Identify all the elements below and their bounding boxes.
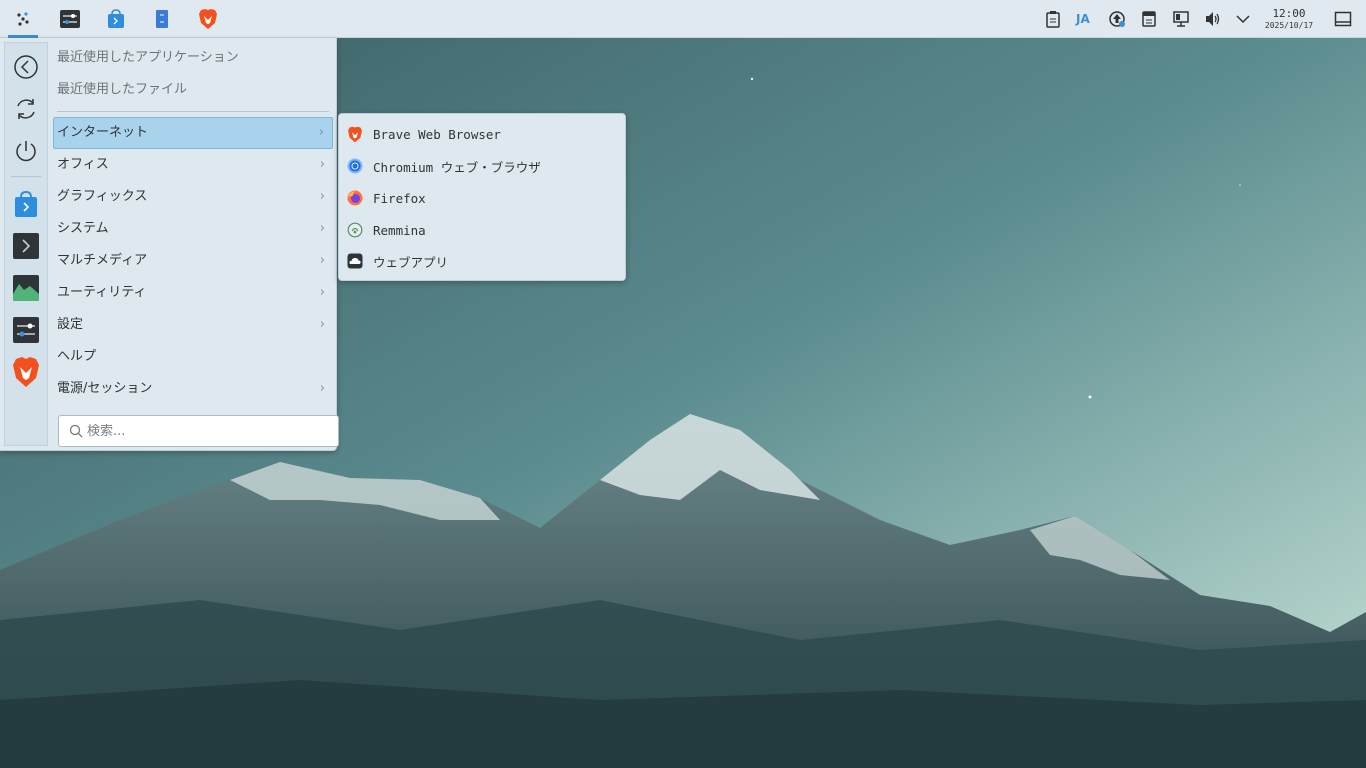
submenu-item-label: Brave Web Browser bbox=[373, 126, 501, 142]
submenu-item-firefox[interactable]: Firefox bbox=[343, 182, 623, 214]
file-manager-launcher[interactable] bbox=[147, 4, 177, 34]
menu-item-label: マルチメディア bbox=[57, 253, 148, 268]
menu-favorites-sidebar bbox=[4, 42, 48, 446]
menu-item-utilities[interactable]: ユーティリティ › bbox=[53, 277, 333, 309]
menu-item-power-session[interactable]: 電源/セッション › bbox=[53, 373, 333, 405]
menu-item-label: オフィス bbox=[57, 157, 109, 172]
chevron-right-icon: › bbox=[319, 253, 325, 268]
internet-submenu: Brave Web Browser Chromium ウェブ・ブラウザ Fire… bbox=[338, 113, 626, 281]
menu-item-label: ユーティリティ bbox=[57, 285, 147, 300]
submenu-item-label: Chromium ウェブ・ブラウザ bbox=[373, 159, 541, 175]
switch-user-button[interactable] bbox=[10, 93, 42, 125]
launcher-dots-icon bbox=[17, 12, 29, 26]
chromium-icon bbox=[347, 158, 363, 174]
submenu-item-remmina[interactable]: Remmina bbox=[343, 214, 623, 246]
clipboard-tray-button[interactable] bbox=[1038, 4, 1068, 34]
chevron-right-icon: › bbox=[319, 221, 325, 236]
menu-item-label: 最近使用したファイル bbox=[57, 82, 188, 97]
menu-item-recent-files[interactable]: 最近使用したファイル bbox=[53, 74, 333, 106]
update-tray-button[interactable] bbox=[1102, 4, 1132, 34]
menu-item-multimedia[interactable]: マルチメディア › bbox=[53, 245, 333, 277]
notes-icon bbox=[1142, 11, 1156, 27]
webapp-icon bbox=[347, 253, 363, 269]
favorite-software-store[interactable] bbox=[10, 188, 42, 220]
submenu-item-label: ウェブアプリ bbox=[373, 254, 449, 270]
tray-expand-button[interactable] bbox=[1228, 4, 1258, 34]
store-bag-icon bbox=[15, 190, 37, 217]
software-store-launcher[interactable] bbox=[101, 4, 131, 34]
back-circle-icon bbox=[14, 55, 38, 79]
menu-item-office[interactable]: オフィス › bbox=[53, 149, 333, 181]
chevron-right-icon: › bbox=[319, 381, 325, 396]
menu-item-label: ヘルプ bbox=[57, 349, 97, 364]
chevron-right-icon: › bbox=[318, 125, 324, 140]
favorite-terminal[interactable] bbox=[10, 230, 42, 262]
chevron-right-icon: › bbox=[319, 189, 325, 204]
volume-tray-button[interactable] bbox=[1198, 4, 1228, 34]
favorite-settings-manager[interactable] bbox=[10, 314, 42, 346]
settings-sliders-icon bbox=[60, 10, 80, 28]
menu-item-label: インターネット bbox=[57, 125, 149, 140]
brave-launcher[interactable] bbox=[193, 4, 223, 34]
store-bag-icon bbox=[108, 9, 124, 28]
file-cabinet-icon bbox=[156, 10, 168, 28]
menu-item-label: システム bbox=[57, 221, 109, 236]
clock-date: 2025/10/17 bbox=[1264, 21, 1314, 30]
chevron-down-icon bbox=[1236, 15, 1250, 24]
brave-lion-icon bbox=[13, 357, 39, 387]
menu-search-box[interactable] bbox=[58, 415, 339, 447]
show-desktop-icon bbox=[1334, 11, 1352, 27]
clipboard-icon bbox=[1046, 11, 1060, 28]
refresh-circle-icon bbox=[17, 99, 35, 119]
update-arrow-icon bbox=[1109, 11, 1125, 27]
panel-clock[interactable]: 12:00 2025/10/17 bbox=[1258, 8, 1320, 31]
menu-item-label: 最近使用したアプリケーション bbox=[57, 50, 239, 65]
menu-item-label: 設定 bbox=[57, 317, 84, 332]
system-monitor-icon bbox=[13, 275, 39, 301]
input-method-indicator[interactable]: JA bbox=[1076, 0, 1090, 38]
notes-tray-button[interactable] bbox=[1134, 4, 1164, 34]
submenu-item-brave[interactable]: Brave Web Browser bbox=[343, 118, 623, 150]
terminal-icon bbox=[13, 233, 39, 259]
brave-lion-icon bbox=[199, 9, 217, 29]
menu-item-help[interactable]: ヘルプ bbox=[53, 341, 333, 373]
sidebar-separator bbox=[11, 176, 41, 177]
lock-screen-button[interactable] bbox=[10, 51, 42, 83]
chevron-right-icon: › bbox=[319, 157, 325, 172]
menu-item-label: 電源/セッション bbox=[57, 381, 153, 396]
menu-item-settings[interactable]: 設定 › bbox=[53, 309, 333, 341]
favorite-brave[interactable] bbox=[10, 356, 42, 388]
settings-manager-launcher[interactable] bbox=[55, 4, 85, 34]
firefox-icon bbox=[347, 190, 363, 206]
submenu-item-label: Firefox bbox=[373, 190, 426, 206]
power-button[interactable] bbox=[10, 135, 42, 167]
chevron-right-icon: › bbox=[319, 285, 325, 300]
clock-time: 12:00 bbox=[1272, 7, 1306, 20]
menu-item-internet[interactable]: インターネット › bbox=[53, 117, 333, 149]
volume-icon bbox=[1206, 12, 1220, 26]
favorite-system-monitor[interactable] bbox=[10, 272, 42, 304]
chevron-right-icon: › bbox=[319, 317, 325, 332]
search-icon bbox=[69, 424, 83, 438]
show-desktop-button[interactable] bbox=[1328, 4, 1358, 34]
app-launcher-button[interactable] bbox=[8, 4, 38, 34]
menu-separator bbox=[57, 111, 329, 112]
network-wired-icon bbox=[1173, 11, 1189, 27]
submenu-item-chromium[interactable]: Chromium ウェブ・ブラウザ bbox=[343, 150, 623, 182]
search-input[interactable] bbox=[87, 423, 327, 439]
menu-item-label: グラフィックス bbox=[57, 189, 148, 204]
application-menu: 最近使用したアプリケーション 最近使用したファイル インターネット › オフィス ›… bbox=[0, 38, 339, 451]
brave-icon bbox=[347, 126, 363, 142]
menu-item-system[interactable]: システム › bbox=[53, 213, 333, 245]
remmina-icon bbox=[347, 222, 363, 238]
menu-item-graphics[interactable]: グラフィックス › bbox=[53, 181, 333, 213]
submenu-item-label: Remmina bbox=[373, 222, 426, 238]
submenu-item-webapps[interactable]: ウェブアプリ bbox=[343, 245, 623, 277]
power-icon bbox=[16, 141, 36, 162]
settings-sliders-icon bbox=[13, 317, 39, 343]
menu-item-recent-apps[interactable]: 最近使用したアプリケーション bbox=[53, 42, 333, 74]
top-panel: JA 12:00 2025/10/17 bbox=[0, 0, 1366, 38]
network-tray-button[interactable] bbox=[1166, 4, 1196, 34]
